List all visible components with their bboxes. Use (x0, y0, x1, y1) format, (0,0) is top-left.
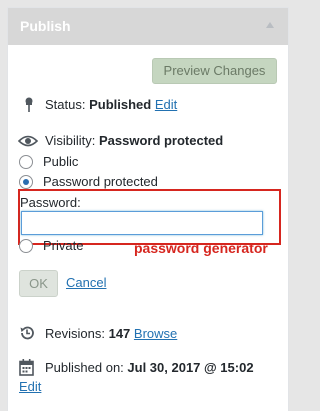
visibility-row: Visibility: Password protected (45, 133, 223, 148)
status-value: Published (89, 97, 152, 112)
password-input[interactable] (21, 211, 263, 235)
cancel-link[interactable]: Cancel (66, 275, 106, 290)
preview-changes-button[interactable]: Preview Changes (152, 58, 277, 84)
publish-panel: Publish Preview Changes Status: Publishe… (7, 7, 289, 411)
revisions-label: Revisions: (45, 326, 105, 341)
status-edit-link[interactable]: Edit (155, 97, 177, 112)
calendar-icon (19, 359, 34, 376)
radio-password-protected[interactable] (19, 175, 33, 189)
radio-label-password-protected: Password protected (43, 174, 158, 189)
published-edit-link[interactable]: Edit (19, 379, 41, 394)
panel-header[interactable]: Publish (8, 8, 288, 45)
radio-label-public: Public (43, 154, 79, 169)
password-label: Password: (20, 195, 81, 210)
published-value: Jul 30, 2017 @ 15:02 (127, 360, 254, 375)
revisions-count: 147 (108, 326, 131, 341)
password-generator-annotation: password generator (134, 240, 268, 256)
visibility-value: Password protected (98, 133, 224, 148)
status-label: Status: (45, 97, 86, 112)
radio-public[interactable] (19, 155, 33, 169)
visibility-label: Visibility: (45, 133, 96, 148)
eye-icon (18, 135, 38, 147)
pin-icon (25, 97, 33, 112)
radio-label-private: Private (43, 238, 84, 253)
published-row: Published on: Jul 30, 2017 @ 15:02 (45, 360, 254, 375)
status-row: Status: Published Edit (45, 97, 177, 112)
collapse-arrow-icon[interactable] (266, 22, 274, 28)
published-label: Published on: (45, 360, 124, 375)
revisions-row: Revisions: 147 Browse (45, 326, 177, 341)
radio-private[interactable] (19, 239, 33, 253)
history-icon (20, 326, 34, 340)
revisions-browse-link[interactable]: Browse (134, 326, 177, 341)
ok-button[interactable]: OK (19, 270, 58, 297)
panel-title: Publish (20, 18, 71, 34)
